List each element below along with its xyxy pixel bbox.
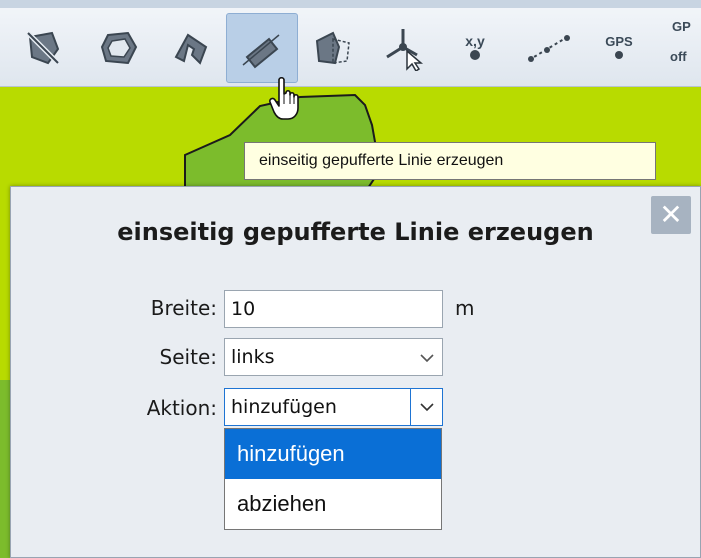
gps-line-tool-button[interactable] — [514, 14, 584, 82]
polygon-buffer-tool-button[interactable] — [156, 14, 226, 82]
line-buffer-icon — [242, 34, 280, 69]
polygon-split-icon — [315, 31, 350, 65]
side-label: Seite: — [159, 345, 217, 369]
gps-line-icon — [528, 35, 570, 62]
toolbar: x,y GPS GP off — [0, 0, 701, 87]
action-select-value: hinzufügen — [231, 396, 337, 418]
no-polygon-icon — [26, 31, 60, 65]
tooltip: einseitig gepufferte Linie erzeugen — [244, 142, 656, 180]
gps-off-tool-button[interactable]: GP off — [650, 14, 701, 82]
tooltip-text: einseitig gepufferte Linie erzeugen — [259, 152, 504, 169]
action-option-subtract[interactable]: abziehen — [225, 479, 441, 529]
chevron-down-icon — [419, 403, 434, 412]
width-unit: m — [455, 296, 475, 320]
action-select-toggle[interactable] — [410, 389, 442, 425]
gps-point-tool-button[interactable]: GPS — [584, 14, 654, 82]
xy-point-tool-button[interactable]: x,y — [440, 14, 510, 82]
vertex-move-icon — [386, 29, 424, 71]
width-label: Breite: — [150, 296, 217, 320]
gps-label: GPS — [605, 34, 633, 49]
action-select[interactable]: hinzufügen — [224, 388, 443, 426]
xy-point-icon — [470, 50, 480, 60]
gps-off-sublabel: off — [670, 49, 687, 64]
action-dropdown-list: hinzufügen abziehen — [224, 428, 442, 530]
line-buffer-tool-button[interactable] — [226, 13, 298, 83]
width-input[interactable]: 10 — [224, 290, 443, 328]
gps-point-icon — [615, 51, 623, 59]
action-option-add[interactable]: hinzufügen — [225, 429, 441, 479]
dialog-title: einseitig gepufferte Linie erzeugen — [117, 218, 594, 246]
side-select-value: links — [231, 346, 275, 368]
vertex-move-tool-button[interactable] — [370, 14, 440, 82]
chevron-down-icon — [420, 354, 434, 363]
no-polygon-tool-button[interactable] — [8, 14, 78, 82]
polygon-draw-tool-button[interactable] — [84, 14, 154, 82]
xy-label: x,y — [465, 33, 485, 49]
polygon-split-tool-button[interactable] — [298, 14, 368, 82]
hand-cursor-icon — [269, 76, 299, 120]
action-label: Aktion: — [146, 396, 217, 420]
gps-off-label: GP — [672, 19, 691, 34]
side-select[interactable]: links — [224, 338, 443, 376]
polygon-draw-icon — [100, 31, 138, 65]
polygon-buffer-icon — [174, 33, 208, 65]
width-input-value: 10 — [231, 298, 256, 320]
toolbar-top-border — [0, 0, 701, 8]
